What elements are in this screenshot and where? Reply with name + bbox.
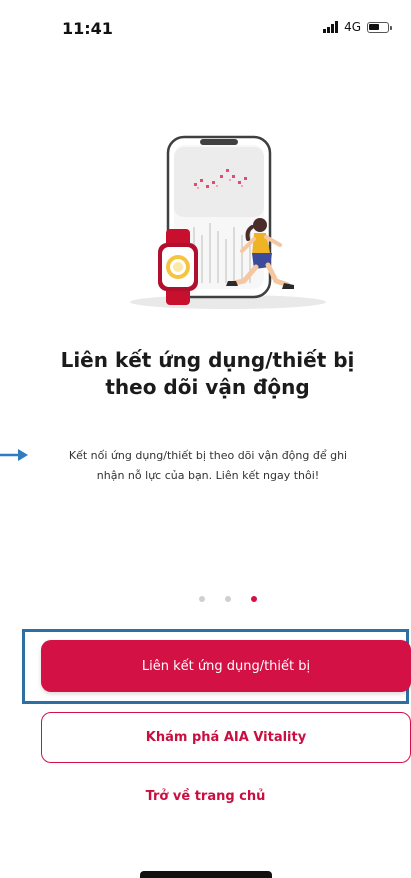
link-device-button[interactable]: Liên kết ứng dụng/thiết bị [41,640,411,692]
network-type: 4G [344,20,361,34]
explore-vitality-button[interactable]: Khám phá AIA Vitality [41,712,411,763]
home-indicator[interactable] [140,871,272,878]
page-indicator [199,596,257,602]
battery-level [369,23,379,30]
fitness-tracker-illustration [130,135,326,309]
page-title: Liên kết ứng dụng/thiết bị theo dõi vận … [60,348,355,399]
back-home-link[interactable]: Trở về trang chủ [0,789,411,804]
page-dot [199,596,205,602]
signal-icon [323,21,339,33]
page-dot [225,596,231,602]
battery-icon [367,21,392,33]
arrow-right-icon [0,449,28,461]
page-description: Kết nối ứng dụng/thiết bị theo dõi vận đ… [68,449,348,482]
status-bar: 11:41 4G [0,0,411,52]
page-dot [251,596,257,602]
status-time: 11:41 [62,19,113,38]
status-indicators: 4G [323,20,392,34]
